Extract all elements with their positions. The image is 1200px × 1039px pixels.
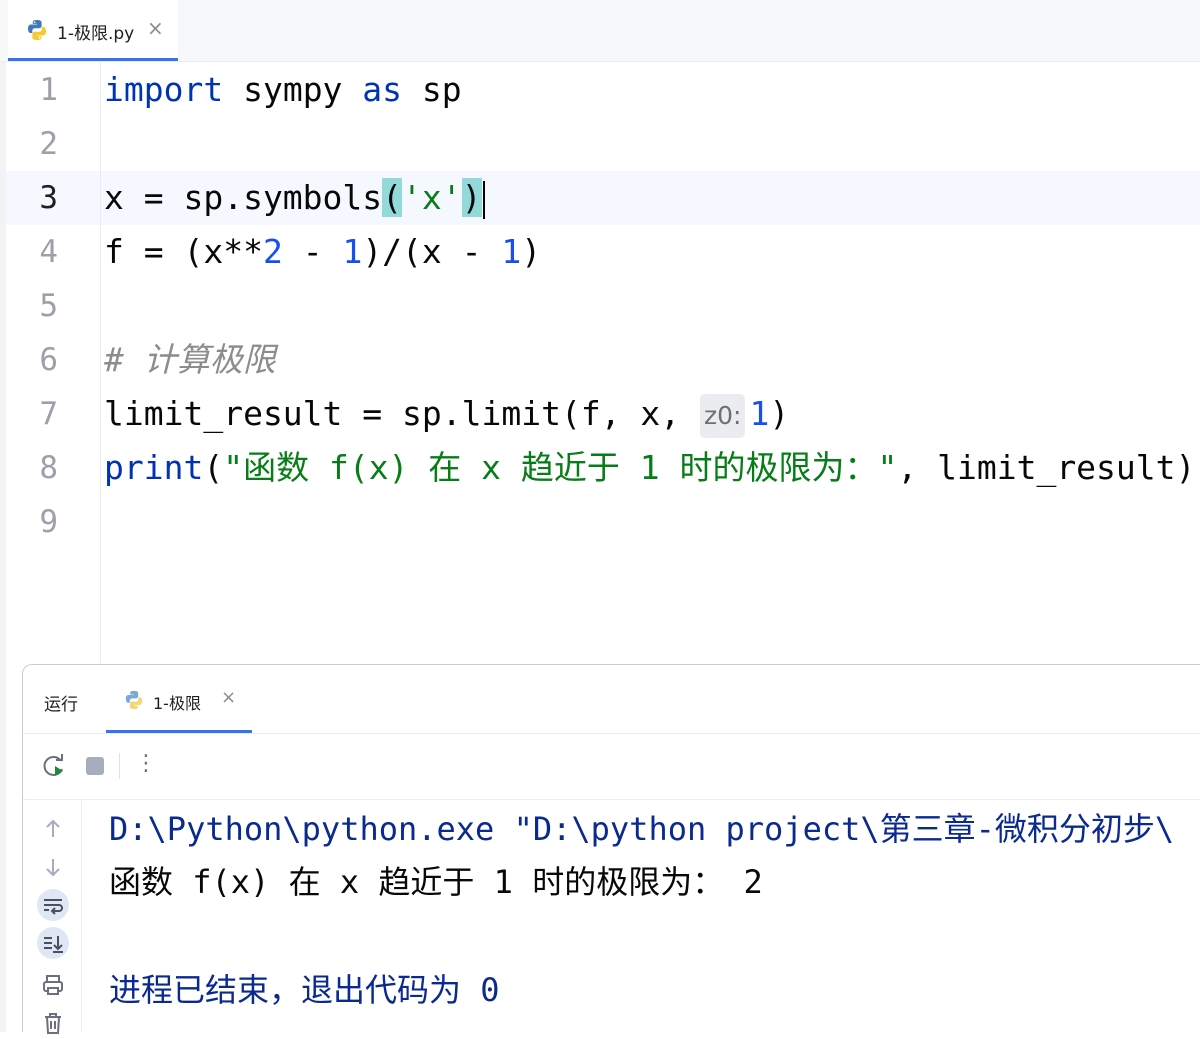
scroll-to-end-button[interactable] [37,927,69,959]
trash-icon[interactable] [37,1007,69,1039]
code-line[interactable]: 6 # 计算极限 [0,333,1200,387]
code-token: - [282,232,343,271]
text-caret [482,180,485,219]
code-line[interactable]: 9 [0,495,1200,549]
code-line[interactable]: 7 limit_result = sp.limit(f, x, z0: 1) [0,387,1200,441]
arrow-down-icon[interactable] [37,851,69,883]
code-token: sp [402,70,462,109]
run-tool-window: 运行 1-极限 × ⋮ D:\Python\python.exe "D:\pyt… [22,664,1200,1034]
code-line[interactable]: 3 x = sp.symbols('x') [0,171,1200,225]
more-options-icon[interactable]: ⋮ [135,751,157,776]
code-token: import [104,70,224,109]
close-icon[interactable]: × [147,15,164,41]
console-side-toolbar [23,799,82,1034]
gutter-divider [100,62,101,664]
line-number: 6 [39,342,58,378]
code-line[interactable]: 4 f = (x**2 - 1)/(x - 1) [0,225,1200,279]
code-token: "函数 f(x) 在 x 趋近于 1 时的极限为：" [223,448,898,487]
code-token: x = sp.symbols [104,178,383,217]
line-number: 3 [39,180,58,216]
parameter-hint: z0: [700,393,746,438]
editor-tab-bar: 1-极限.py × [0,0,1200,62]
code-text: print("函数 f(x) 在 x 趋近于 1 时的极限为：", limit_… [104,441,1195,495]
code-text: # 计算极限 [104,333,276,387]
code-line[interactable]: 1 import sympy as sp [0,63,1200,117]
run-tab-label: 1-极限 [153,694,201,713]
console-exit-line: 进程已结束，退出代码为 0 [109,971,500,1009]
code-token: limit_result = sp.limit(f, x, [104,394,701,433]
code-token: ) [769,394,790,433]
code-line[interactable]: 2 [0,117,1200,171]
code-token: ) [521,232,542,271]
code-editor[interactable]: 1 import sympy as sp 2 3 x = sp.symbols('x')… [0,62,1200,664]
code-token: 2 [262,232,283,271]
code-token: as [362,70,403,109]
print-icon[interactable] [37,969,69,1001]
line-number: 1 [39,72,58,108]
code-token: ) [461,178,482,217]
code-token: f = (x** [104,232,263,271]
stop-icon[interactable] [82,753,108,779]
line-number: 4 [39,234,58,270]
line-number: 9 [39,504,58,540]
code-text: f = (x**2 - 1)/(x - 1) [104,225,541,279]
editor-tab-label: 1-极限.py [57,24,135,44]
line-number: 5 [39,288,58,324]
code-text: limit_result = sp.limit(f, x, z0: 1) [104,387,789,441]
run-window-title: 运行 [44,695,78,715]
run-tab-bar: 运行 1-极限 × [23,665,1200,734]
python-file-icon [28,20,46,40]
editor-tab-file[interactable]: 1-极限.py × [8,0,178,61]
code-token: , limit_result) [897,448,1196,487]
left-edge-strip [0,62,6,1032]
code-token: 'x' [402,178,462,217]
line-number: 2 [39,126,58,162]
soft-wrap-button[interactable] [37,889,69,921]
code-text: x = sp.symbols('x') [104,171,485,225]
code-token: 1 [342,232,363,271]
arrow-up-icon[interactable] [37,813,69,845]
console-command-line: D:\Python\python.exe "D:\python project\… [109,810,1175,848]
line-number: 8 [39,450,58,486]
code-token: sympy [223,70,363,109]
python-run-icon [125,690,143,710]
toolbar-separator [119,753,120,779]
line-number: 7 [39,396,58,432]
code-token: # 计算极限 [104,340,276,379]
code-token: )/(x - [362,232,502,271]
code-token: ( [203,448,224,487]
soft-wrap-icon [44,899,63,915]
close-icon[interactable]: × [221,687,236,708]
code-text: import sympy as sp [104,63,462,117]
code-token: 1 [501,232,522,271]
run-tab[interactable]: 1-极限 × [106,665,252,733]
rerun-icon[interactable] [41,753,67,779]
console-output[interactable]: D:\Python\python.exe "D:\python project\… [109,799,1199,1033]
code-token: print [104,448,204,487]
scroll-to-end-icon [44,936,63,953]
code-line[interactable]: 5 [0,279,1200,333]
run-toolbar: ⋮ [23,733,1200,800]
code-token: 1 [749,394,770,433]
code-line[interactable]: 8 print("函数 f(x) 在 x 趋近于 1 时的极限为：", limit… [0,441,1200,495]
code-token: ( [382,178,403,217]
console-output-line: 函数 f(x) 在 x 趋近于 1 时的极限为： 2 [109,863,763,901]
